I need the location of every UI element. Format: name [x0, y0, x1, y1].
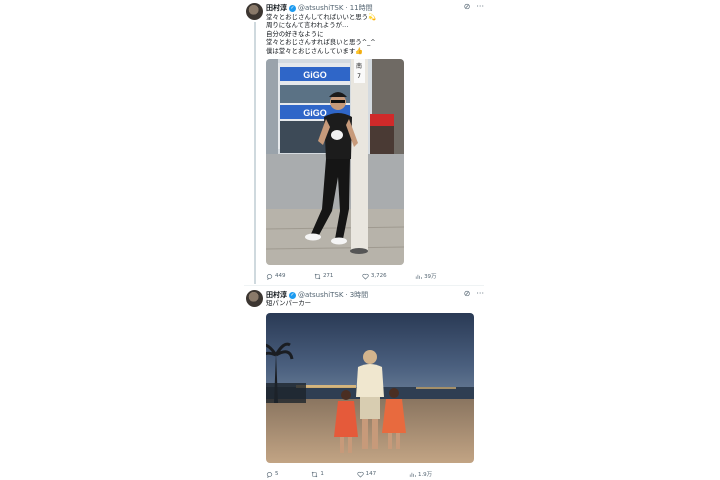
reply-count: 449 [275, 273, 286, 279]
tweet-header: 田村淳 ✓ @atsushiTSK · 11時間 [266, 3, 373, 13]
store-sign-bottom: GiGO [303, 108, 327, 118]
views-count: 39万 [424, 274, 437, 280]
reply-button[interactable]: 5 [266, 470, 279, 478]
repost-icon [314, 273, 321, 279]
tweet-text: 短パンパーカー [266, 299, 311, 307]
share-actions [465, 470, 474, 478]
pole-sign: 南 [356, 62, 362, 70]
views-icon [409, 472, 416, 477]
repost-button[interactable]: 1 [311, 470, 324, 478]
tweet-photo[interactable]: GiGO GiGO 南 7 [266, 59, 404, 265]
tweet-line: 自分の好きなように [266, 29, 324, 38]
avatar[interactable] [246, 3, 263, 20]
grok-icon[interactable]: ⊘ [464, 289, 471, 298]
pole-number: 7 [357, 73, 361, 80]
tweet-line: 短パンパーカー [266, 299, 312, 307]
repost-count: 1 [320, 471, 324, 477]
views-button[interactable]: 1.9万 [409, 470, 432, 478]
tweet-photo[interactable] [266, 313, 474, 463]
separator-dot: · [345, 4, 348, 12]
tweet-2[interactable]: 田村淳 ✓ @atsushiTSK · 3時間 ⊘ ··· 短パンパーカー 5 … [244, 286, 484, 480]
thread-line [254, 22, 256, 284]
like-icon [357, 471, 364, 478]
author-handle[interactable]: @atsushiTSK [298, 291, 343, 299]
tweet-1[interactable]: 田村淳 ✓ @atsushiTSK · 11時間 ⊘ ··· 堂々とおじさんして… [244, 0, 484, 290]
views-count: 1.9万 [417, 472, 433, 478]
store-sign-top: GiGO [303, 70, 327, 80]
more-options-icon[interactable]: ··· [476, 289, 484, 298]
tweet-text: 堂々とおじさんしてればいいと思う💫 周りになんて言われようが… 自分の好きなよう… [266, 13, 376, 55]
views-icon [415, 274, 422, 279]
like-count: 3,726 [370, 273, 387, 279]
reply-button[interactable]: 449 [266, 272, 286, 280]
repost-button[interactable]: 271 [314, 272, 334, 280]
tweet-top-icons: ⊘ ··· [464, 2, 484, 11]
repost-icon [311, 471, 318, 477]
grok-icon[interactable]: ⊘ [464, 2, 471, 11]
like-icon [362, 273, 369, 280]
photo-street-scene: GiGO GiGO 南 7 [266, 59, 404, 265]
share-actions [465, 272, 474, 280]
tweet-time[interactable]: 3時間 [350, 290, 368, 300]
tweet-time[interactable]: 11時間 [350, 3, 373, 13]
separator-dot: · [345, 291, 348, 299]
more-options-icon[interactable]: ··· [476, 2, 484, 11]
author-name[interactable]: 田村淳 [266, 3, 287, 13]
avatar[interactable] [246, 290, 263, 307]
tweet-top-icons: ⊘ ··· [464, 289, 484, 298]
like-button[interactable]: 147 [357, 470, 377, 478]
verified-icon: ✓ [289, 4, 296, 12]
tweet-line: 周りになんて言われようが… [266, 21, 349, 30]
photo-beach-night [266, 313, 474, 463]
repost-count: 271 [322, 273, 334, 279]
reply-icon [266, 273, 273, 280]
tweet-actions: 449 271 3,726 39万 [266, 272, 474, 280]
author-handle[interactable]: @atsushiTSK [298, 4, 343, 12]
views-button[interactable]: 39万 [415, 272, 437, 280]
like-count: 147 [365, 471, 377, 477]
tweet-line: 僕は堂々とおじさんしています👍 [266, 46, 364, 55]
tweet-actions: 5 1 147 1.9万 [266, 470, 474, 478]
tweet-line: 堂々とおじさんすれば良いと思う^_^ [266, 38, 376, 47]
reply-count: 5 [275, 471, 279, 477]
verified-icon: ✓ [289, 291, 296, 299]
reply-icon [266, 471, 273, 478]
like-button[interactable]: 3,726 [362, 272, 387, 280]
